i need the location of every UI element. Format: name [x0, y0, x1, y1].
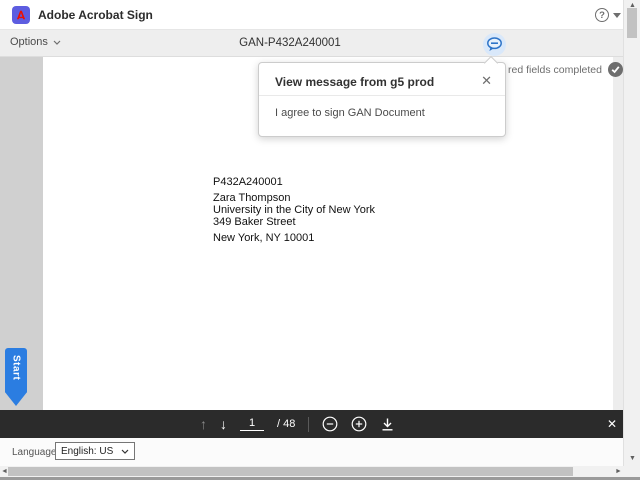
acrobat-logo-icon — [12, 6, 30, 24]
popup-title: View message from g5 prod — [275, 75, 435, 89]
message-bubble-icon — [487, 36, 502, 51]
popup-close-button[interactable]: ✕ — [481, 73, 492, 89]
fields-completed-status: red fields completed — [508, 62, 623, 77]
doc-line-organization: University in the City of New York — [213, 204, 376, 216]
select-chevron-icon — [121, 449, 129, 454]
start-tab-label: Start — [10, 355, 22, 381]
next-page-button[interactable]: ↓ — [220, 416, 227, 432]
page-number-input[interactable] — [240, 417, 264, 431]
toolbar-items: ↑ ↓ / 48 — [200, 410, 395, 438]
acrobat-sign-window: Adobe Acrobat Sign ? Options GAN-P432A24… — [0, 0, 640, 480]
app-header: Adobe Acrobat Sign ? — [0, 0, 623, 30]
vertical-scroll-thumb[interactable] — [627, 8, 637, 38]
download-button[interactable] — [380, 417, 395, 432]
toolbar-divider — [308, 416, 310, 432]
popup-message-text: I agree to sign GAN Document — [275, 107, 425, 119]
language-label: Language — [12, 447, 57, 458]
up-arrow-icon: ↑ — [200, 416, 207, 432]
scroll-down-arrow-icon[interactable]: ▼ — [629, 455, 636, 462]
vertical-scrollbar[interactable]: ▲ ▼ — [623, 0, 640, 466]
message-popup: View message from g5 prod ✕ I agree to s… — [258, 62, 506, 137]
zoom-out-button[interactable] — [322, 416, 338, 432]
horizontal-scrollbar[interactable]: ◄ ► — [0, 466, 623, 477]
doc-line-name: Zara Thompson — [213, 192, 291, 204]
doc-line-city: New York, NY 10001 — [213, 232, 315, 244]
close-icon: ✕ — [481, 73, 492, 88]
scroll-right-arrow-icon[interactable]: ► — [615, 468, 622, 475]
toolbar-close-button[interactable]: ✕ — [607, 417, 617, 431]
language-value: English: US — [61, 445, 114, 457]
zoom-out-icon — [322, 416, 338, 432]
download-icon — [382, 418, 393, 431]
down-arrow-icon: ↓ — [220, 416, 227, 432]
page-toolbar: ↑ ↓ / 48 — [0, 410, 623, 438]
footer-bar: Language English: US — [0, 438, 623, 466]
help-icon: ? — [595, 8, 609, 22]
zoom-in-button[interactable] — [351, 416, 367, 432]
horizontal-scroll-thumb[interactable] — [8, 467, 573, 476]
page-total: / 48 — [277, 418, 296, 430]
previous-page-button[interactable]: ↑ — [200, 416, 207, 432]
doc-line-street: 349 Baker Street — [213, 216, 296, 228]
document-text-block: P432A240001 Zara Thompson University in … — [213, 176, 375, 244]
scroll-left-arrow-icon[interactable]: ◄ — [1, 468, 8, 475]
help-button[interactable]: ? — [595, 6, 621, 24]
fields-completed-text: red fields completed — [508, 63, 602, 76]
scrollbar-corner — [623, 466, 640, 477]
app-title: Adobe Acrobat Sign — [38, 8, 153, 22]
language-select[interactable]: English: US — [55, 442, 135, 460]
zoom-in-icon — [351, 416, 367, 432]
popup-divider — [259, 95, 505, 96]
help-caret-icon — [613, 12, 621, 18]
message-button[interactable] — [483, 33, 506, 56]
options-bar: Options GAN-P432A240001 — [0, 30, 623, 57]
check-circle-icon — [607, 62, 623, 77]
toolbar-close-icon: ✕ — [606, 417, 617, 431]
doc-line-reference: P432A240001 — [213, 176, 283, 188]
